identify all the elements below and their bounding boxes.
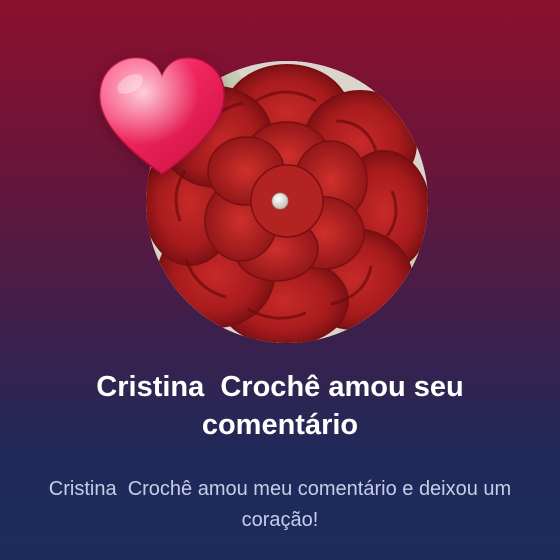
notification-message: Cristina Crochê amou meu comentário e de… bbox=[48, 478, 517, 531]
love-notification-card: Cristina Crochê amou seu comentário Cris… bbox=[0, 0, 560, 560]
notification-title: Cristina Crochê amou seu comentário bbox=[96, 371, 472, 441]
heart-icon bbox=[96, 54, 228, 180]
